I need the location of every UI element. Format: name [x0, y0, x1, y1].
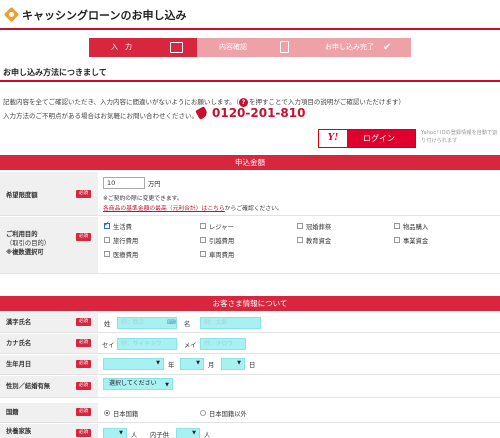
- purpose-label: ご利用目的 （取引の目的） ※複数選択可: [0, 217, 98, 273]
- dependents-row: 扶養家族 必須 人 内子供 人: [0, 424, 500, 438]
- nationality-row: 国籍 必須 日本国籍 日本国籍以外: [0, 403, 500, 423]
- document-icon: [280, 41, 289, 53]
- kanji-name-row: 漢字氏名 必須 姓 例：西京 ⌨ 名 例：太郎: [0, 313, 500, 333]
- year-unit: 年: [168, 362, 175, 369]
- login-label: ログイン: [363, 134, 395, 143]
- purpose-label-line: ※複数選択可: [6, 249, 44, 256]
- mei-kana-label: メイ: [184, 342, 197, 349]
- note-tail: からご確認ください。: [224, 206, 283, 212]
- step-label: お申し込み完了: [325, 43, 374, 51]
- radio-japanese[interactable]: [104, 410, 110, 416]
- required-badge: 必須: [76, 382, 91, 390]
- phone-number[interactable]: 0120-201-810: [195, 106, 306, 120]
- method-note: 記載内容を全てご確認いただき、入力内容に間違いがないようにお願いします。（? を押…: [3, 96, 405, 107]
- checkbox-label: レジャー: [209, 224, 234, 231]
- amount-input[interactable]: 10: [103, 177, 145, 189]
- required-badge: 必須: [76, 233, 91, 241]
- mei-label: 名: [184, 321, 191, 328]
- radio-label: 日本国籍以外: [209, 411, 247, 418]
- birth-year-select[interactable]: [103, 358, 164, 370]
- amount-unit: 万円: [148, 181, 161, 188]
- checkbox-label: 教育資金: [306, 238, 332, 245]
- amount-section-band: 申込金額: [0, 155, 500, 170]
- birth-month-select[interactable]: [180, 358, 204, 370]
- checkbox-label: 引越費用: [209, 238, 235, 245]
- yahoo-login-button[interactable]: Y! ログイン: [318, 129, 416, 148]
- checkbox-business[interactable]: [394, 237, 400, 243]
- birth-day-select[interactable]: [221, 358, 245, 370]
- step-label: 入 力: [111, 43, 132, 51]
- radio-label: 日本国籍: [113, 411, 139, 418]
- amount-note: ※ご契約の際に変更できます。: [103, 196, 183, 202]
- step-input: 入 力: [89, 38, 197, 57]
- required-badge: 必須: [76, 429, 91, 437]
- checkbox-label: 車両費用: [209, 252, 235, 259]
- checkbox-label: 旅行費用: [113, 238, 139, 245]
- dependents-select[interactable]: [103, 428, 127, 438]
- required-badge: 必須: [76, 318, 91, 326]
- purpose-row: ご利用目的 （取引の目的） ※複数選択可 必須 生活費 レジャー 冠婚葬祭 物品…: [0, 217, 500, 274]
- page-title: キャッシングローンのお申し込み: [22, 9, 187, 22]
- children-unit: 人: [204, 432, 211, 438]
- yahoo-note: Yahoo! IDの登録情報を自動で割り付けられます: [421, 130, 498, 144]
- checkbox-education[interactable]: [297, 237, 303, 243]
- step-complete: お申し込み完了 ✔: [303, 38, 411, 57]
- checkbox-label: 生活費: [113, 224, 132, 231]
- checkbox-goods[interactable]: [394, 223, 400, 229]
- gender-row: 性別／結婚有無 必須 選択してください: [0, 376, 500, 398]
- phone-text: 0120-201-810: [212, 106, 306, 120]
- kanji-mei-input[interactable]: 例：太郎: [200, 317, 261, 329]
- kana-sei-input[interactable]: 例：サイキョウ: [117, 338, 177, 350]
- diamond-logo-icon: [3, 6, 20, 23]
- gender-select[interactable]: 選択してください: [103, 378, 173, 390]
- checkbox-living[interactable]: [104, 220, 110, 229]
- inquiry-note: 入力方法のご不明点がある場合はお気軽にお問い合わせください。: [3, 112, 198, 120]
- note-text-b: を押すことで入力項目の説明がご確認いただけます）: [249, 98, 405, 106]
- phone-icon: [195, 106, 209, 120]
- checkbox-travel[interactable]: [104, 237, 110, 243]
- page-header: キャッシングローンのお申し込み: [0, 0, 500, 30]
- checkbox-label: 物品購入: [403, 224, 429, 231]
- checkbox-label: 事業資金: [403, 238, 429, 245]
- checkbox-label: 冠婚葬祭: [306, 224, 332, 231]
- sei-label: 姓: [104, 321, 111, 328]
- day-unit: 日: [249, 362, 256, 369]
- children-label: 内子供: [150, 432, 169, 438]
- standard-amount-link[interactable]: 各商品の基準金額の最高（元利合計）はこちら: [103, 206, 225, 212]
- required-badge: 必須: [76, 360, 91, 368]
- required-badge: 必須: [76, 339, 91, 347]
- keyboard-icon: ⌨: [167, 319, 176, 326]
- sei-kana-label: セイ: [102, 342, 115, 349]
- customer-section-band: お客さま情報について: [0, 296, 500, 311]
- note-text: 記載内容を全てご確認いただき、入力内容に間違いがないようにお願いします。（: [3, 98, 240, 106]
- kana-name-row: カナ氏名 必須 セイ 例：サイキョウ メイ 例：タロウ: [0, 334, 500, 354]
- checkbox-leisure[interactable]: [200, 223, 206, 229]
- month-unit: 月: [208, 362, 215, 369]
- checkbox-ceremony[interactable]: [297, 223, 303, 229]
- check-icon: ✔: [383, 42, 392, 53]
- checkbox-vehicle[interactable]: [200, 251, 206, 257]
- dependents-unit: 人: [131, 432, 138, 438]
- checkbox-moving[interactable]: [200, 237, 206, 243]
- required-badge: 必須: [76, 190, 91, 198]
- yahoo-logo-icon: Y!: [319, 130, 347, 147]
- birth-row: 生年月日 必須 年 月 日: [0, 355, 500, 375]
- step-confirm: 内容確認: [197, 38, 303, 57]
- children-select[interactable]: [176, 428, 200, 438]
- amount-row: 希望限度額 必須 10 万円 ※ご契約の際に変更できます。 各商品の基準金額の最…: [0, 172, 500, 216]
- required-badge: 必須: [76, 408, 91, 416]
- kana-mei-input[interactable]: 例：タロウ: [200, 338, 246, 350]
- amount-note-2: 各商品の基準金額の最高（元利合計）はこちらからご確認ください。: [103, 203, 283, 212]
- checkbox-medical[interactable]: [104, 251, 110, 257]
- monitor-icon: [170, 42, 183, 53]
- method-section-title: お申し込み方法につきまして: [0, 67, 500, 82]
- step-label: 内容確認: [219, 43, 247, 51]
- radio-foreign[interactable]: [200, 410, 206, 416]
- checkbox-label: 医療費用: [113, 252, 139, 259]
